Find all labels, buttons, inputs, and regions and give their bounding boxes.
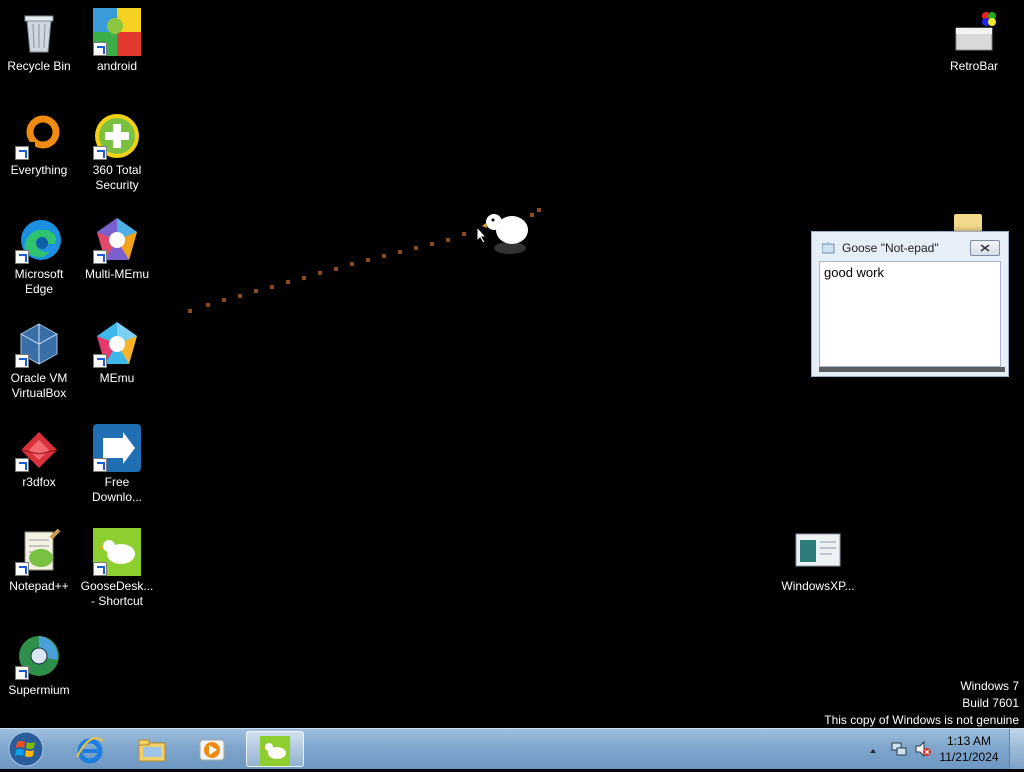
tray-show-hidden-icons[interactable] [868,743,878,753]
memu-icon [93,320,141,368]
shortcut-arrow-icon [15,146,29,160]
icon-label: Oracle VM VirtualBox [10,371,68,400]
icon-label: r3dfox [22,475,56,489]
start-button[interactable] [6,731,46,767]
multi-memu-icon [93,216,141,264]
desktop-icon-microsoft-edge[interactable]: Microsoft Edge [0,216,78,297]
network-icon [891,742,907,756]
virtualbox-icon [15,320,63,368]
volume-muted-icon [915,740,931,758]
retrobar-icon [950,8,998,56]
shortcut-arrow-icon [15,250,29,264]
r3dfox-icon [15,424,63,472]
desktop-icon-retrobar[interactable]: RetroBar [935,8,1013,74]
icon-label: WindowsXP... [781,579,855,593]
icon-label: MEmu [99,371,135,385]
mouse-cursor-icon [476,226,488,244]
windows-logo-icon [8,731,44,767]
icon-label: Recycle Bin [7,59,71,73]
icon-label: Free Downlo... [91,475,143,504]
desktop-icon-free-download[interactable]: Free Downlo... [78,424,156,505]
everything-icon [15,112,63,160]
chevron-up-icon [870,749,876,753]
taskbar-file-explorer[interactable] [124,731,180,767]
desktop-icon-virtualbox[interactable]: Oracle VM VirtualBox [0,320,78,401]
goose-icon [260,736,290,766]
shortcut-arrow-icon [93,562,107,576]
taskbar: 1:13 AM 11/21/2024 [0,728,1024,769]
icon-label: RetroBar [949,59,999,73]
window-titlebar[interactable]: Goose "Not-epad" [812,232,1008,262]
folder-icon [138,739,166,762]
notepadpp-icon [15,528,63,576]
recycle-bin-icon [15,8,63,56]
close-icon [980,244,990,252]
desktop-goose[interactable] [480,206,536,256]
notepad-icon [822,242,835,254]
desktop-icon-r3dfox[interactable]: r3dfox [0,424,78,490]
horizontal-scrollbar[interactable] [819,367,1005,372]
desktop-icon-everything[interactable]: Everything [0,112,78,178]
watermark-line: This copy of Windows is not genuine [824,713,1019,727]
show-desktop-button[interactable] [1009,729,1024,769]
goose-sprite-icon [482,214,528,254]
desktop-icon-memu[interactable]: MEmu [78,320,156,386]
android-icon [93,8,141,56]
shortcut-arrow-icon [93,458,107,472]
goose-icon [93,528,141,576]
clock-time: 1:13 AM [946,734,992,748]
desktop-icon-360-total-security[interactable]: 360 Total Security [78,112,156,193]
shortcut-arrow-icon [15,458,29,472]
icon-label: 360 Total Security [92,163,142,192]
icon-label: Multi-MEmu [84,267,149,281]
icon-label: Microsoft Edge [14,267,64,296]
desktop-icon-goose-desktop[interactable]: GooseDesk... - Shortcut [78,528,156,609]
shortcut-arrow-icon [93,42,107,56]
icon-label: Everything [10,163,68,177]
folder-icon [954,214,982,232]
shortcut-arrow-icon [15,562,29,576]
icon-label: Notepad++ [9,579,69,593]
desktop-icon-multi-memu[interactable]: Multi-MEmu [78,216,156,282]
desktop-icon-windowsxp[interactable]: WindowsXP... [779,528,857,594]
icon-label: android [96,59,138,73]
shortcut-arrow-icon [15,354,29,368]
media-player-icon [199,739,225,761]
shortcut-arrow-icon [93,250,107,264]
desktop-icon-notepadpp[interactable]: Notepad++ [0,528,78,594]
desktop-icon-android[interactable]: android [78,8,156,74]
360-security-icon [93,112,141,160]
watermark-line: Build 7601 [962,696,1019,710]
shortcut-arrow-icon [93,354,107,368]
shortcut-arrow-icon [93,146,107,160]
tray-volume[interactable] [914,740,932,758]
goose-notepad-window[interactable]: Goose "Not-epad" good work [811,231,1009,377]
shortcut-arrow-icon [15,666,29,680]
taskbar-goose-desktop[interactable] [246,731,304,767]
desktop-icon-recycle-bin[interactable]: Recycle Bin [0,8,78,74]
close-button[interactable] [970,240,1000,256]
icon-label: GooseDesk... - Shortcut [80,579,154,608]
tray-network[interactable] [890,740,908,758]
windowsxp-icon [794,528,842,576]
internet-explorer-icon [76,737,104,764]
tray-clock[interactable]: 1:13 AM 11/21/2024 [934,733,1004,765]
clock-date: 11/21/2024 [939,750,999,764]
window-title: Goose "Not-epad" [842,241,939,255]
windows-watermark: Windows 7 Build 7601 This copy of Window… [824,678,1019,729]
icon-label: Supermium [8,683,70,697]
supermium-icon [15,632,63,680]
taskbar-media-player[interactable] [184,731,240,767]
desktop-icon-supermium[interactable]: Supermium [0,632,78,698]
note-text-area[interactable]: good work [819,261,1001,367]
edge-icon [15,216,63,264]
watermark-line: Windows 7 [960,679,1019,693]
taskbar-internet-explorer[interactable] [62,731,118,767]
free-download-manager-icon [93,424,141,472]
